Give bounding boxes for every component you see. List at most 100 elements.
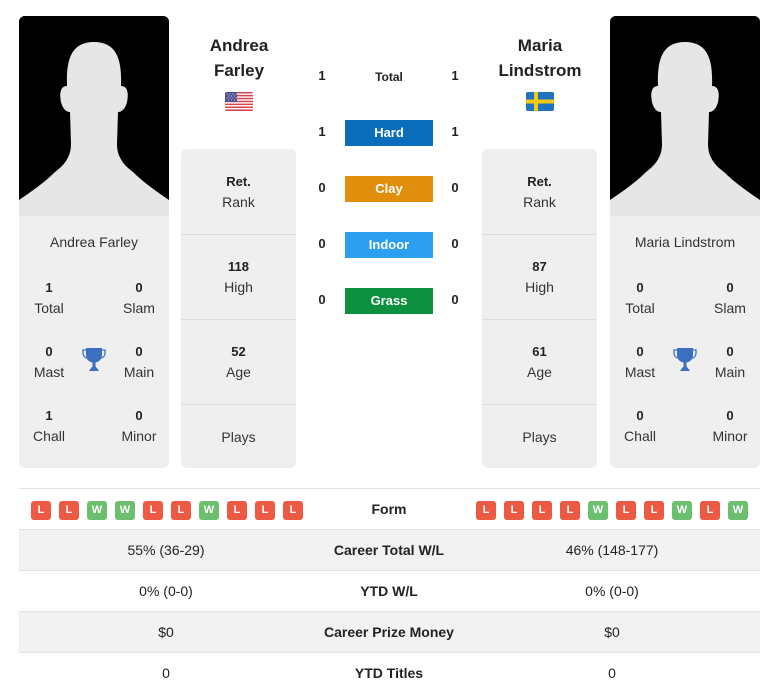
- titles-minor-value: 0: [726, 408, 734, 423]
- form-badge-win[interactable]: W: [588, 501, 608, 520]
- form-badge-loss[interactable]: L: [227, 501, 247, 520]
- info-card-left: Ret. Rank 118 High 52 Age Plays: [181, 149, 296, 468]
- age-label: Age: [226, 364, 251, 380]
- age-value: 52: [231, 344, 246, 359]
- form-badge-loss[interactable]: L: [143, 501, 163, 520]
- form-badge-loss[interactable]: L: [644, 501, 664, 520]
- titles-slam-value: 0: [726, 280, 734, 295]
- h2h-total-label: Total: [375, 70, 403, 84]
- high-label: High: [525, 279, 554, 295]
- titles-chall: 0 Chall: [610, 406, 670, 446]
- titles-chall-label: Chall: [624, 428, 656, 444]
- trophy-icon: [673, 348, 697, 371]
- surface-badge-indoor[interactable]: Indoor: [345, 232, 433, 258]
- h2h-left-count: 0: [318, 236, 326, 251]
- plays-row: Plays: [482, 404, 597, 468]
- titles-minor: 0 Minor: [700, 406, 760, 446]
- titles-chall: 1 Chall: [19, 406, 79, 446]
- h2h-right-count: 0: [451, 180, 459, 195]
- trophy-icon: [82, 348, 106, 371]
- form-badge-loss[interactable]: L: [476, 501, 496, 520]
- titles-mast-value: 0: [636, 344, 644, 359]
- prize-money-left: $0: [158, 624, 174, 640]
- ytd-wl-left: 0% (0-0): [139, 583, 193, 599]
- prize-money-label: Career Prize Money: [324, 624, 454, 640]
- ytd-wl-label: YTD W/L: [360, 583, 418, 599]
- ytd-wl-right: 0% (0-0): [585, 583, 639, 599]
- h2h-left-count: 1: [318, 68, 326, 83]
- plays-label: Plays: [221, 428, 256, 445]
- player-heading-right[interactable]: Maria Lindstrom: [465, 33, 615, 83]
- titles-mast-value: 0: [45, 344, 53, 359]
- form-badge-loss[interactable]: L: [255, 501, 275, 520]
- titles-minor-label: Minor: [121, 428, 157, 444]
- form-badge-loss[interactable]: L: [31, 501, 51, 520]
- prize-money-row: $0 Career Prize Money $0: [19, 612, 760, 653]
- form-badge-loss[interactable]: L: [532, 501, 552, 520]
- ytd-titles-row: 0 YTD Titles 0: [19, 653, 760, 694]
- high-value: 118: [228, 259, 249, 274]
- rank-value: Ret.: [527, 173, 552, 189]
- titles-slam-value: 0: [135, 280, 143, 295]
- surface-badge-clay[interactable]: Clay: [345, 176, 433, 202]
- prize-money-right: $0: [604, 624, 620, 640]
- ytd-wl-row: 0% (0-0) YTD W/L 0% (0-0): [19, 571, 760, 612]
- high-label: High: [224, 279, 253, 295]
- player-last-name: Lindstrom: [498, 61, 582, 80]
- titles-chall-value: 1: [45, 408, 53, 423]
- titles-chall-label: Chall: [33, 428, 65, 444]
- player-heading-left[interactable]: Andrea Farley: [164, 33, 314, 83]
- form-badge-win[interactable]: W: [728, 501, 748, 520]
- form-row: LLWWLLWLLL Form LLLLWLLWLW: [19, 488, 760, 530]
- h2h-left-count: 1: [318, 124, 326, 139]
- player-photo-right: [610, 16, 760, 216]
- surface-badge-grass[interactable]: Grass: [345, 288, 433, 314]
- rank-value: Ret.: [226, 173, 251, 189]
- titles-total-label: Total: [34, 300, 64, 316]
- titles-card-right: Maria Lindstrom 0 Total 0 Slam 0 Mast 0 …: [610, 216, 760, 468]
- form-badge-win[interactable]: W: [87, 501, 107, 520]
- titles-total-value: 0: [636, 280, 644, 295]
- form-badges-left: LLWWLLWLLL: [31, 501, 303, 520]
- form-badge-loss[interactable]: L: [59, 501, 79, 520]
- form-badge-win[interactable]: W: [115, 501, 135, 520]
- form-badge-loss[interactable]: L: [700, 501, 720, 520]
- form-badge-win[interactable]: W: [672, 501, 692, 520]
- form-badge-loss[interactable]: L: [560, 501, 580, 520]
- titles-chall-value: 0: [636, 408, 644, 423]
- h2h-row-hard: 1 Hard 1: [305, 120, 475, 146]
- player-name-left-card[interactable]: Andrea Farley: [19, 234, 169, 250]
- form-label: Form: [371, 501, 407, 517]
- titles-total-label: Total: [625, 300, 655, 316]
- form-badge-loss[interactable]: L: [171, 501, 191, 520]
- silhouette-icon: [19, 16, 169, 216]
- h2h-row-indoor: 0 Indoor 0: [305, 232, 475, 258]
- h2h-left-count: 0: [318, 292, 326, 307]
- h2h-right-count: 1: [451, 68, 459, 83]
- titles-total: 0 Total: [610, 278, 670, 318]
- h2h-left-count: 0: [318, 180, 326, 195]
- form-badge-loss[interactable]: L: [504, 501, 524, 520]
- form-badge-win[interactable]: W: [199, 501, 219, 520]
- titles-total: 1 Total: [19, 278, 79, 318]
- h2h-right-count: 1: [451, 124, 459, 139]
- high-row: 118 High: [181, 234, 296, 319]
- ytd-titles-right: 0: [608, 665, 616, 681]
- age-label: Age: [527, 364, 552, 380]
- ytd-titles-label: YTD Titles: [354, 665, 424, 681]
- titles-mast: 0 Mast: [610, 342, 670, 382]
- titles-card-left: Andrea Farley 1 Total 0 Slam 0 Mast 0 Ma…: [19, 216, 169, 468]
- plays-row: Plays: [181, 404, 296, 468]
- player-name-right-card[interactable]: Maria Lindstrom: [610, 234, 760, 250]
- titles-main-value: 0: [135, 344, 143, 359]
- titles-main: 0 Main: [109, 342, 169, 382]
- form-badge-loss[interactable]: L: [616, 501, 636, 520]
- form-badges-right: LLLLWLLWLW: [476, 501, 748, 520]
- titles-slam-label: Slam: [714, 300, 746, 316]
- surface-badge-hard[interactable]: Hard: [345, 120, 433, 146]
- form-badge-loss[interactable]: L: [283, 501, 303, 520]
- career-wl-left: 55% (36-29): [127, 542, 205, 558]
- career-wl-right: 46% (148-177): [565, 542, 659, 558]
- titles-mast-label: Mast: [33, 364, 65, 380]
- player-last-name: Farley: [213, 61, 265, 80]
